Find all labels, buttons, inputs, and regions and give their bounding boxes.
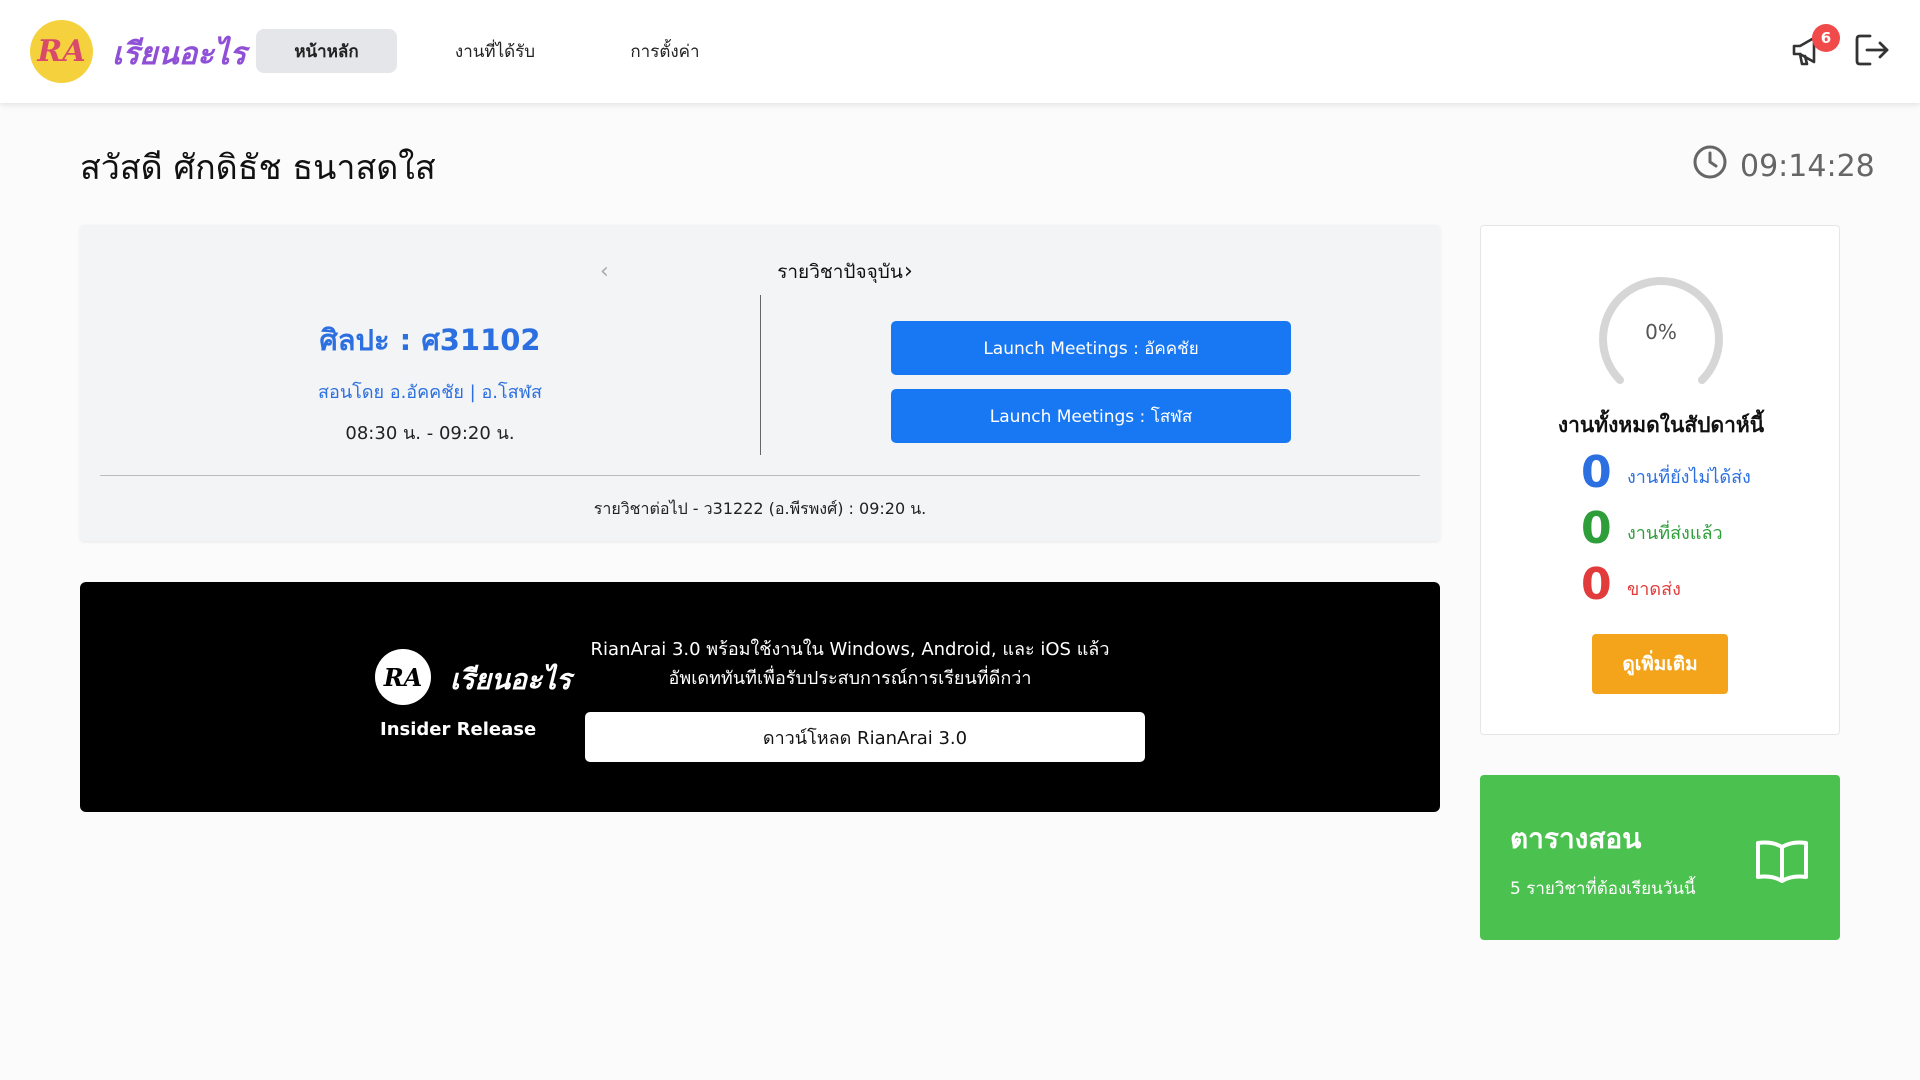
progress-percent: 0% xyxy=(1645,320,1677,344)
app-brand[interactable]: เรียนอะไร xyxy=(112,28,246,78)
clock-icon xyxy=(1692,144,1728,188)
stat-count: 0 xyxy=(1581,502,1612,554)
next-subject-info: รายวิชาต่อไป - ว31222 (อ.พีรพงศ์) : 09:2… xyxy=(593,499,927,518)
tab-assignments[interactable]: งานที่ได้รับ xyxy=(430,29,560,73)
app-logo[interactable]: RA xyxy=(30,20,93,83)
stat-label: งานที่ส่งแล้ว xyxy=(1627,522,1723,544)
schedule-title: ตารางสอน xyxy=(1510,822,1642,855)
tab-home[interactable]: หน้าหลัก xyxy=(256,29,397,73)
greeting-title: สวัสดี ศักดิธัช ธนาสดใส xyxy=(80,148,436,188)
stat-submitted: 0 งานที่ส่งแล้ว xyxy=(1581,502,1723,554)
horizontal-divider xyxy=(100,475,1420,476)
launch-meeting-button-2[interactable]: Launch Meetings : โสฬส xyxy=(891,389,1291,443)
stat-label: ขาดส่ง xyxy=(1627,578,1681,600)
current-subject-card: ‹ รายวิชาปัจจุบัน › ศิลปะ : ศ31102 สอนโด… xyxy=(80,225,1440,541)
clock: 09:14:28 xyxy=(1692,144,1875,188)
vertical-divider xyxy=(760,295,761,455)
insider-release-label: Insider Release xyxy=(380,719,537,740)
logout-icon[interactable] xyxy=(1852,30,1892,70)
book-icon xyxy=(1754,837,1810,885)
banner-message-line-1: RianArai 3.0 พร้อมใช้งานใน Windows, Andr… xyxy=(590,639,1110,660)
subject-name: ศิลปะ : ศ31102 xyxy=(319,323,541,357)
stat-missing: 0 ขาดส่ง xyxy=(1581,558,1681,610)
stat-count: 0 xyxy=(1581,558,1612,610)
download-button[interactable]: ดาวน์โหลด RianArai 3.0 xyxy=(585,712,1145,762)
notification-badge: 6 xyxy=(1812,24,1840,52)
prev-subject-icon[interactable]: ‹ xyxy=(600,259,609,284)
subject-time: 08:30 น. - 09:20 น. xyxy=(345,423,515,444)
stat-count: 0 xyxy=(1581,446,1612,498)
teaching-schedule-card[interactable]: ตารางสอน 5 รายวิชาที่ต้องเรียนวันนี้ xyxy=(1480,775,1840,940)
tab-settings[interactable]: การตั้งค่า xyxy=(600,29,730,73)
clock-time: 09:14:28 xyxy=(1740,148,1875,184)
see-more-button[interactable]: ดูเพิ่มเติม xyxy=(1592,634,1728,694)
stat-pending: 0 งานที่ยังไม่ได้ส่ง xyxy=(1581,446,1751,498)
insider-release-banner: RA เรียนอะไร Insider Release RianArai 3.… xyxy=(80,582,1440,812)
banner-brand: เรียนอะไร xyxy=(450,663,572,696)
subject-teachers: สอนโดย อ.อัคคชัย | อ.โสฬส xyxy=(318,382,542,403)
stat-label: งานที่ยังไม่ได้ส่ง xyxy=(1627,466,1751,488)
launch-meeting-button-1[interactable]: Launch Meetings : อัคคชัย xyxy=(891,321,1291,375)
weekly-stats-card: 0% งานทั้งหมดในสัปดาห์นี้ 0 งานที่ยังไม่… xyxy=(1480,225,1840,735)
schedule-subtitle: 5 รายวิชาที่ต้องเรียนวันนี้ xyxy=(1510,879,1696,899)
next-subject-icon[interactable]: › xyxy=(904,259,913,284)
weekly-stats-title: งานทั้งหมดในสัปดาห์นี้ xyxy=(1557,413,1765,437)
top-navbar: RA เรียนอะไร หน้าหลัก งานที่ได้รับ การตั… xyxy=(0,0,1920,103)
banner-logo: RA xyxy=(375,649,431,705)
banner-message-line-2: อัพเดททันทีเพื่อรับประสบการณ์การเรียนที่… xyxy=(668,668,1032,689)
current-subject-heading: รายวิชาปัจจุบัน xyxy=(777,261,903,283)
